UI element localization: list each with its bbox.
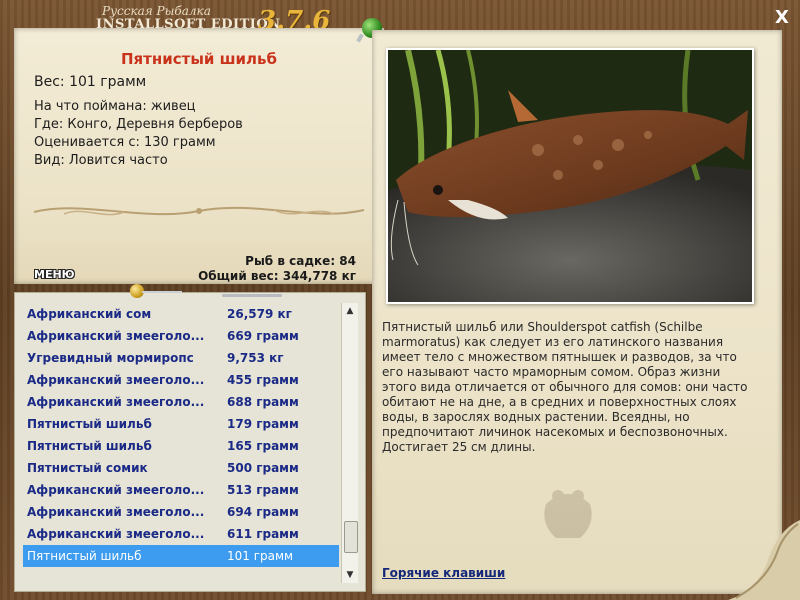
list-item[interactable]: Африканский змееголо... 455 грамм: [23, 369, 339, 391]
list-item-weight: 26,579 кг: [227, 307, 292, 321]
list-item-weight: 500 грамм: [227, 461, 299, 475]
list-item-name: Африканский змееголо...: [27, 395, 205, 409]
list-item[interactable]: Африканский сом 26,579 кг: [23, 303, 339, 325]
list-item-weight: 669 грамм: [227, 329, 299, 343]
pin-needle-2: [142, 291, 182, 293]
list-item-name: Угревидный мормиропс: [27, 351, 194, 365]
list-item-weight: 694 грамм: [227, 505, 299, 519]
fish-weight: Вес: 101 грамм: [34, 74, 147, 90]
list-item[interactable]: Пятнистый шильб 101 грамм: [23, 545, 339, 567]
list-item-weight: 179 грамм: [227, 417, 299, 431]
decor-line: [222, 294, 282, 297]
list-item-name: Африканский змееголо...: [27, 329, 205, 343]
scroll-down-icon[interactable]: ▼: [342, 567, 358, 583]
scrollbar[interactable]: ▲ ▼: [341, 303, 358, 583]
list-item[interactable]: Пятнистый шильб 179 грамм: [23, 413, 339, 435]
list-item[interactable]: Африканский змееголо... 513 грамм: [23, 479, 339, 501]
list-item-name: Пятнистый шильб: [27, 439, 152, 453]
brand-subtitle: Русская Рыбалка: [102, 4, 211, 18]
fish-image: [388, 50, 752, 302]
list-item-weight: 165 грамм: [227, 439, 299, 453]
list-item[interactable]: Африканский змееголо... 611 грамм: [23, 523, 339, 545]
keepnet-stats: Рыб в садке: 84 Общий вес: 344,778 кг: [198, 254, 356, 284]
list-item-name: Африканский змееголо...: [27, 527, 205, 541]
scroll-thumb[interactable]: [344, 521, 358, 553]
list-item[interactable]: Африканский змееголо... 688 грамм: [23, 391, 339, 413]
fish-photo: [386, 48, 754, 304]
list-item-weight: 688 грамм: [227, 395, 299, 409]
valued-from: Оценивается с: 130 грамм: [34, 135, 216, 150]
list-item-name: Пятнистый шильб: [27, 549, 142, 563]
fish-description: Пятнистый шильб или Shoulderspot catfish…: [382, 320, 748, 454]
list-item[interactable]: Африканский змееголо... 694 грамм: [23, 501, 339, 523]
page-curl: [728, 520, 800, 600]
list-item-weight: 513 грамм: [227, 483, 299, 497]
list-item-name: Пятнистый сомик: [27, 461, 148, 475]
list-item-weight: 611 грамм: [227, 527, 299, 541]
list-item[interactable]: Угревидный мормиропс 9,753 кг: [23, 347, 339, 369]
list-item[interactable]: Пятнистый сомик 500 грамм: [23, 457, 339, 479]
list-item-weight: 455 грамм: [227, 373, 299, 387]
list-item[interactable]: Пятнистый шильб 165 грамм: [23, 435, 339, 457]
fish-count: Рыб в садке: 84: [245, 254, 356, 268]
fish-description-panel: Пятнистый шильб или Shoulderspot catfish…: [372, 30, 782, 594]
fish-info-panel: Пятнистый шильб Вес: 101 грамм На что по…: [14, 28, 384, 284]
scroll-up-icon[interactable]: ▲: [342, 303, 358, 319]
total-weight: Общий вес: 344,778 кг: [198, 269, 356, 283]
catch-frequency: Вид: Ловится часто: [34, 153, 168, 168]
list-item-name: Африканский змееголо...: [27, 373, 205, 387]
list-item-name: Пятнистый шильб: [27, 417, 152, 431]
list-item-name: Африканский змееголо...: [27, 505, 205, 519]
fish-name: Пятнистый шильб: [120, 50, 278, 68]
fish-details: На что поймана: живец Где: Конго, Деревн…: [34, 98, 243, 170]
list-item[interactable]: Африканский змееголо... 669 грамм: [23, 325, 339, 347]
close-button[interactable]: X: [772, 8, 792, 28]
watermark-icon: [544, 490, 592, 538]
caught-on: На что поймана: живец: [34, 99, 196, 114]
ornament-divider: [33, 206, 365, 216]
hotkeys-link[interactable]: Горячие клавиши: [382, 566, 505, 580]
list-item-weight: 101 грамм: [227, 549, 294, 563]
list-item-name: Африканский змееголо...: [27, 483, 205, 497]
location: Где: Конго, Деревня берберов: [34, 117, 243, 132]
list-item-name: Африканский сом: [27, 307, 152, 321]
catch-list: Африканский сом 26,579 кг Африканский змее…: [23, 303, 339, 567]
menu-button[interactable]: МЕНЮ: [34, 268, 75, 281]
list-item-weight: 9,753 кг: [227, 351, 284, 365]
catch-list-panel: Африканский сом 26,579 кг Африканский змее…: [14, 292, 366, 592]
